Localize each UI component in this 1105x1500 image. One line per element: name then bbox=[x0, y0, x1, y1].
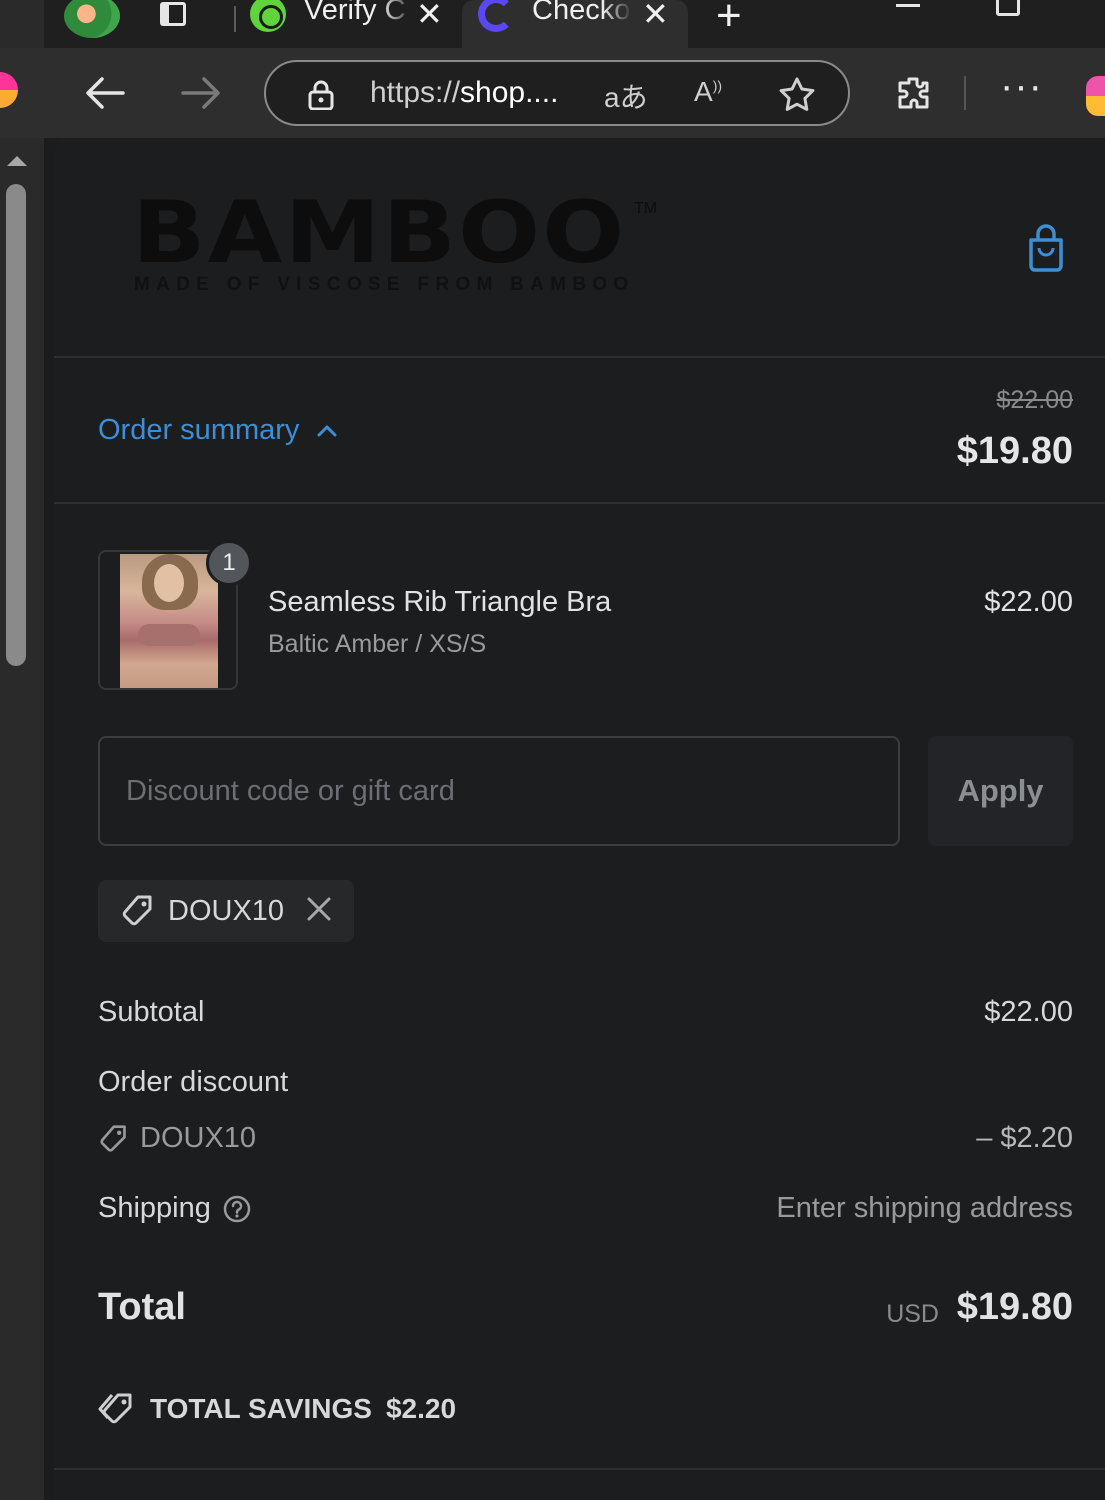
tab-verify[interactable]: Verify C ✕ bbox=[244, 0, 454, 48]
compare-at-price: $22.00 bbox=[996, 386, 1073, 414]
lock-icon[interactable] bbox=[306, 80, 336, 110]
quantity-badge: 1 bbox=[206, 540, 252, 586]
total-label: Total bbox=[98, 1286, 186, 1328]
shipping-value: Enter shipping address bbox=[776, 1192, 1073, 1224]
tab-strip: Verify C ✕ Checkout ✕ + bbox=[0, 0, 1105, 48]
total-savings-label: TOTAL SAVINGS bbox=[150, 1393, 372, 1424]
profile-avatar[interactable] bbox=[64, 0, 120, 38]
summary-total: $19.80 bbox=[956, 430, 1073, 472]
green-check-favicon bbox=[250, 0, 286, 32]
scrollbar-thumb[interactable] bbox=[6, 184, 26, 666]
shipping-row: Shipping Enter shipping address bbox=[98, 1192, 1073, 1225]
browser-toolbar: https://shop.... aあ A)) ··· bbox=[0, 48, 1105, 138]
url-text[interactable]: https://shop.... bbox=[370, 76, 558, 110]
order-summary-bar[interactable]: Order summary $22.00 $19.80 bbox=[54, 360, 1105, 504]
product-variant: Baltic Amber / XS/S bbox=[268, 630, 487, 658]
apply-discount-button[interactable]: Apply bbox=[928, 736, 1073, 846]
logo-trademark: TM bbox=[634, 200, 658, 217]
product-thumbnail: 1 bbox=[98, 540, 252, 690]
savings-tag-icon bbox=[98, 1393, 132, 1424]
back-icon[interactable] bbox=[82, 70, 128, 116]
store-header: BAMBOO TM MADE OF VISCOSE FROM BAMBOO bbox=[54, 138, 1105, 358]
vertical-tabs-pane bbox=[0, 0, 44, 48]
tag-icon bbox=[100, 1124, 126, 1152]
copilot-icon[interactable] bbox=[1086, 76, 1105, 116]
new-tab-icon[interactable]: + bbox=[716, 0, 742, 40]
order-summary-toggle[interactable]: Order summary bbox=[98, 414, 337, 447]
order-discount-label: Order discount bbox=[98, 1066, 289, 1098]
read-aloud-icon[interactable]: A)) bbox=[694, 76, 722, 112]
minimize-icon[interactable] bbox=[896, 4, 920, 7]
total-row: Total USD $19.80 bbox=[98, 1286, 1073, 1336]
tab-title: Checkout bbox=[532, 0, 632, 26]
tab-actions-icon[interactable] bbox=[156, 0, 192, 30]
product-price: $22.00 bbox=[984, 586, 1073, 618]
order-discount-code: DOUX10 bbox=[140, 1122, 257, 1154]
discount-code-input[interactable] bbox=[98, 736, 900, 846]
subtotal-row: Subtotal $22.00 bbox=[98, 996, 1073, 1029]
address-bar[interactable]: https://shop.... aあ A)) bbox=[264, 60, 850, 126]
tag-icon bbox=[122, 895, 152, 926]
total-savings-value: $2.20 bbox=[385, 1393, 457, 1424]
subtotal-label: Subtotal bbox=[98, 996, 205, 1028]
total-savings: TOTAL SAVINGS $2.20 bbox=[98, 1392, 456, 1426]
applied-discount-code: DOUX10 bbox=[168, 894, 285, 927]
forward-icon[interactable] bbox=[178, 70, 224, 116]
logo-tagline: MADE OF VISCOSE FROM BAMBOO bbox=[134, 274, 635, 295]
subtotal-value: $22.00 bbox=[984, 996, 1073, 1028]
tab-separator bbox=[234, 6, 236, 32]
translate-icon[interactable]: aあ bbox=[604, 76, 648, 113]
maximize-icon[interactable] bbox=[996, 0, 1020, 16]
tab-title: Verify C bbox=[304, 0, 406, 26]
chevron-up-icon bbox=[317, 425, 337, 436]
close-tab-icon[interactable]: ✕ bbox=[642, 0, 669, 32]
help-icon[interactable] bbox=[223, 1195, 251, 1223]
section-divider bbox=[54, 1468, 1105, 1470]
line-item: 1 Seamless Rib Triangle Bra Baltic Amber… bbox=[98, 540, 1073, 690]
favorite-star-icon[interactable] bbox=[778, 76, 816, 114]
scroll-up-icon[interactable] bbox=[7, 156, 27, 166]
more-icon[interactable]: ··· bbox=[1000, 66, 1043, 106]
purple-ring-favicon bbox=[478, 0, 514, 32]
shipping-label: Shipping bbox=[98, 1192, 211, 1224]
product-image bbox=[120, 554, 218, 688]
applied-discount-chip: DOUX10 bbox=[98, 880, 354, 942]
order-discount-code-row: DOUX10 – $2.20 bbox=[98, 1122, 1073, 1155]
remove-discount-icon[interactable] bbox=[304, 894, 334, 924]
order-discount-value: – $2.20 bbox=[976, 1122, 1073, 1154]
extensions-icon[interactable] bbox=[890, 70, 936, 116]
product-title: Seamless Rib Triangle Bra bbox=[268, 586, 612, 618]
toolbar-divider bbox=[964, 76, 966, 110]
total-currency: USD bbox=[886, 1300, 939, 1328]
tab-checkout[interactable]: Checkout ✕ bbox=[462, 0, 688, 48]
order-discount-row: Order discount bbox=[98, 1066, 1073, 1099]
shopping-bag-icon[interactable] bbox=[1026, 224, 1066, 272]
checkout-page: BAMBOO TM MADE OF VISCOSE FROM BAMBOO Or… bbox=[54, 138, 1105, 1500]
store-logo[interactable]: BAMBOO bbox=[132, 188, 626, 278]
total-amount: $19.80 bbox=[956, 1286, 1073, 1328]
close-tab-icon[interactable]: ✕ bbox=[416, 0, 443, 32]
order-summary-label: Order summary bbox=[98, 414, 300, 446]
